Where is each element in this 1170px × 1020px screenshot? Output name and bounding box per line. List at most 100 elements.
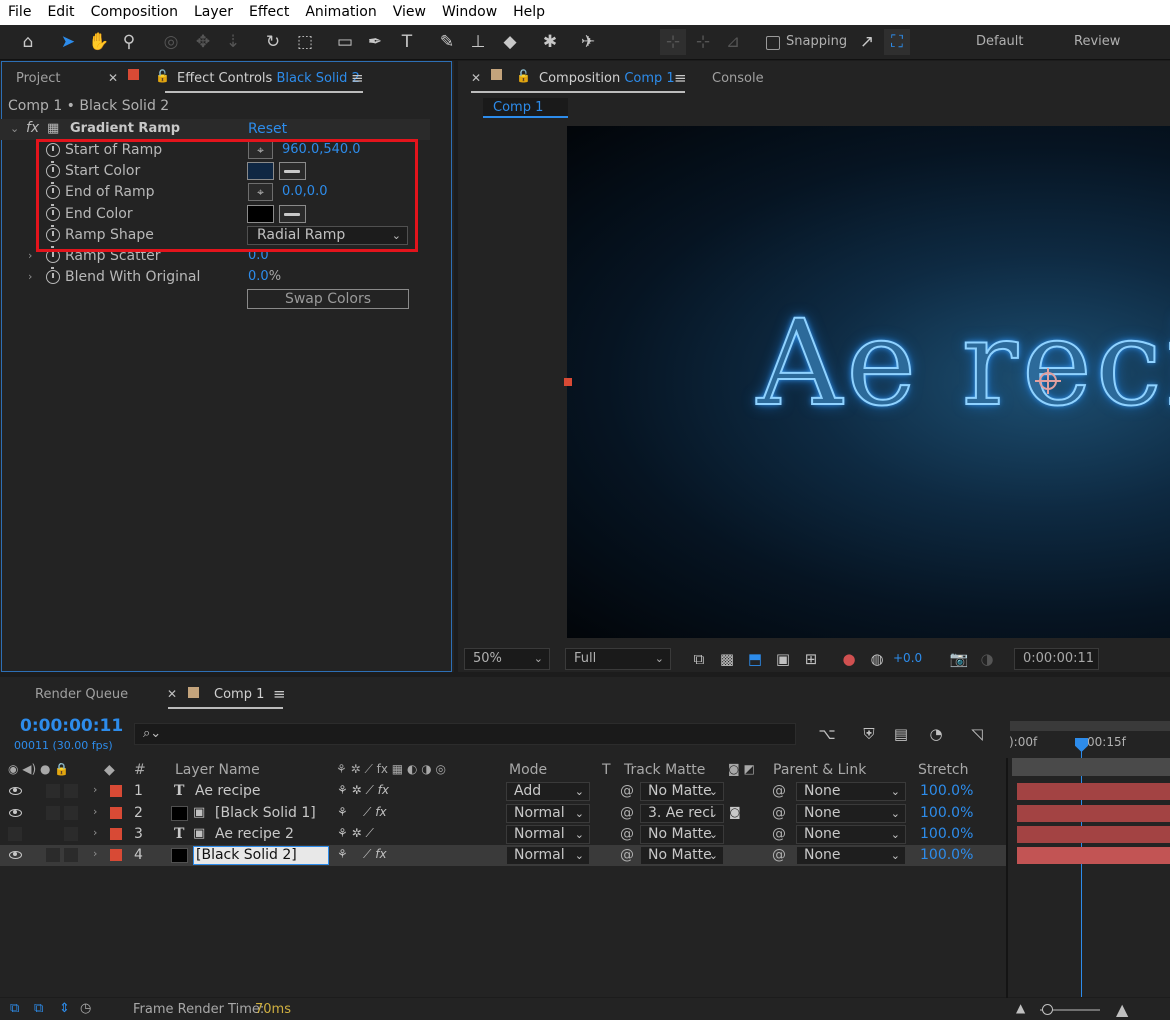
zoom-in-icon[interactable]: ▲ [1116,1000,1128,1019]
layer-row-selected[interactable]: › 4 [Black Solid 2] ⚘ ⟋ fx Normal ⌄ @ No … [0,845,1006,866]
frame-blending-icon[interactable]: ▤ [890,723,912,745]
current-time[interactable]: 0:00:00:11 [20,716,123,736]
work-area-bar[interactable] [1010,721,1170,731]
column-layer-name[interactable]: Layer Name [175,762,260,778]
menu-composition[interactable]: Composition [83,0,186,25]
chevron-right-icon[interactable]: › [93,805,97,818]
type-icon[interactable]: T [394,29,420,55]
fast-preview-icon[interactable]: ⧉ [688,648,710,670]
pan-icon[interactable]: ✥ [190,29,216,55]
swap-colors-button[interactable]: Swap Colors [247,289,409,309]
menu-animation[interactable]: Animation [297,0,384,25]
panel-menu-icon[interactable]: ≡ [273,685,286,703]
layer-switches[interactable]: ⚘ ✲ ⟋ fx [337,783,389,798]
track-matte-dropdown[interactable]: 3. Ae reci ⌄ [640,804,724,823]
region-of-interest-icon[interactable]: ▣ [772,648,794,670]
menu-file[interactable]: File [0,0,39,25]
puppet-pin-icon[interactable]: ✈ [575,29,601,55]
anchor-point-icon[interactable] [1035,368,1061,394]
chevron-right-icon[interactable]: › [93,826,97,839]
mode-dropdown[interactable]: Normal ⌄ [506,846,590,865]
dolly-icon[interactable]: ⇣ [220,29,246,55]
tab-console[interactable]: Console [712,71,764,86]
brush-icon[interactable]: ✎ [434,29,460,55]
viewer-timecode[interactable]: 0:00:00:11 [1014,648,1099,670]
tab-render-queue[interactable]: Render Queue [35,687,128,702]
label-color-swatch[interactable] [110,849,122,861]
solo-checkbox[interactable] [46,848,60,862]
menu-help[interactable]: Help [505,0,553,25]
lock-checkbox[interactable] [64,848,78,862]
zoom-slider-thumb[interactable] [1042,1004,1053,1015]
zoom-out-icon[interactable]: ▲ [1016,1001,1025,1015]
toggle-modes-icon[interactable]: ⧉ [34,1001,43,1016]
eraser-icon[interactable]: ◆ [497,29,523,55]
eye-icon[interactable] [9,851,22,859]
lock-icon[interactable]: 🔓 [516,69,531,83]
world-axis-icon[interactable]: ⊹ [690,29,716,55]
view-axis-icon[interactable]: ⊿ [720,29,746,55]
snapshot-icon[interactable]: 📷 [948,648,970,670]
close-icon[interactable]: ✕ [471,71,481,85]
transparency-grid-icon[interactable]: ▩ [716,648,738,670]
toggle-inout-icon[interactable]: ⇕ [59,1001,70,1016]
workspace-default[interactable]: Default [976,34,1024,49]
motion-blur-icon[interactable]: ◔ [925,723,947,745]
mask-visibility-icon[interactable]: ⬒ [744,648,766,670]
layer-duration-bar[interactable] [1017,783,1170,800]
parent-dropdown[interactable]: None ⌄ [796,804,906,823]
snap-edges-icon[interactable]: ↗ [854,29,880,55]
layer-switches[interactable]: ⚘ ✲ ⟋ [337,826,374,841]
mode-dropdown[interactable]: Normal ⌄ [506,804,590,823]
alpha-matte-icon[interactable]: ◙ [729,805,741,819]
snap-grid-icon[interactable]: ⛶ [884,29,910,55]
draft-3d-icon[interactable]: ⛨ [858,723,880,745]
show-snapshot-icon[interactable]: ◑ [976,648,998,670]
mode-dropdown[interactable]: Add ⌄ [506,782,590,801]
close-icon[interactable]: ✕ [167,687,177,701]
stretch-value[interactable]: 100.0% [920,805,973,821]
lock-checkbox[interactable] [64,806,78,820]
layer-row[interactable]: › 1 T Ae recipe ⚘ ✲ ⟋ fx Add ⌄ @ No Matte… [0,781,1006,802]
exposure-value[interactable]: +0.0 [893,651,922,665]
layer-duration-bar[interactable] [1017,805,1170,822]
layer-duration-bar[interactable] [1017,826,1170,843]
layer-switches[interactable]: ⚘ ⟋ fx [337,805,387,820]
eye-icon[interactable] [9,809,22,817]
home-icon[interactable]: ⌂ [15,29,41,55]
menu-effect[interactable]: Effect [241,0,297,25]
blend-number[interactable]: 0.0 [248,269,269,284]
pick-whip-icon[interactable]: @ [772,826,786,842]
eye-icon[interactable] [9,787,22,795]
layer-name-edit[interactable]: [Black Solid 2] [193,846,329,865]
stretch-value[interactable]: 100.0% [920,783,973,799]
layer-name[interactable]: [Black Solid 1] [215,805,316,821]
layer-row[interactable]: › 3 T ▣ Ae recipe 2 ⚘ ✲ ⟋ Normal ⌄ @ No M… [0,824,1006,845]
workspace-review[interactable]: Review [1074,34,1120,49]
chevron-down-icon[interactable]: ⌄ [10,122,19,135]
graph-editor-icon[interactable]: ◹ [966,723,988,745]
rotate-icon[interactable]: ↻ [260,29,286,55]
layer-switches[interactable]: ⚘ ⟋ fx [337,847,387,862]
menu-edit[interactable]: Edit [39,0,82,25]
solo-checkbox[interactable] [46,806,60,820]
tab-composition[interactable]: Composition Comp 1 [539,71,675,86]
label-color-swatch[interactable] [110,807,122,819]
visibility-checkbox[interactable] [8,827,22,841]
orbit-icon[interactable]: ◎ [158,29,184,55]
label-color-swatch[interactable] [110,828,122,840]
layer-handle[interactable] [564,378,572,386]
chevron-right-icon[interactable]: › [93,847,97,860]
stopwatch-icon[interactable] [46,267,60,284]
chevron-right-icon[interactable]: › [93,783,97,796]
layer-row[interactable]: › 2 ▣ [Black Solid 1] ⚘ ⟋ fx Normal ⌄ @ 3… [0,803,1006,824]
lock-checkbox[interactable] [64,784,78,798]
chevron-right-icon[interactable]: › [28,270,32,283]
selection-icon[interactable]: ➤ [55,29,81,55]
chevron-right-icon[interactable]: › [28,249,32,262]
lock-checkbox[interactable] [64,827,78,841]
pen-icon[interactable]: ✒ [362,29,388,55]
menu-window[interactable]: Window [434,0,505,25]
pan-behind-icon[interactable]: ⬚ [292,29,318,55]
spiral-icon[interactable]: @ [620,805,634,821]
